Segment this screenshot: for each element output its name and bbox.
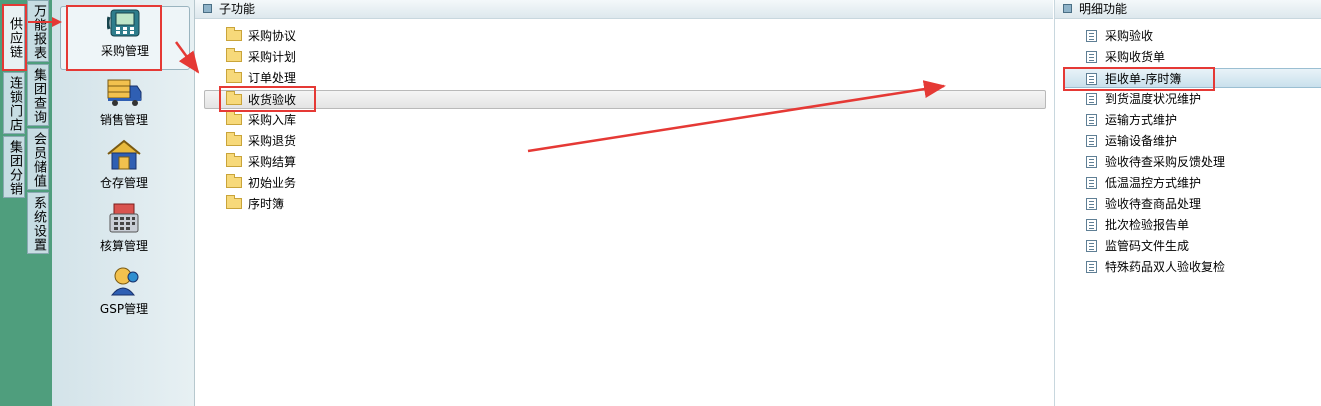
tab-member-stored-value[interactable]: 会员储值 xyxy=(27,128,49,190)
detail-item-label: 采购收货单 xyxy=(1105,50,1166,64)
detail-item[interactable]: 验收待查采购反馈处理 xyxy=(1086,152,1225,172)
detail-item-label: 验收待查商品处理 xyxy=(1105,197,1202,211)
sub-panel-header: 子功能 xyxy=(195,0,1053,19)
sub-item[interactable]: 采购退货 xyxy=(226,131,296,151)
folder-icon xyxy=(226,153,242,167)
detail-panel-title: 明细功能 xyxy=(1079,2,1128,16)
delivery-truck-icon xyxy=(107,79,142,106)
sub-item-label: 采购入库 xyxy=(248,113,297,127)
sub-item-selected[interactable]: 收货验收 xyxy=(204,90,1046,109)
tab-universal-report[interactable]: 万能报表 xyxy=(27,0,49,62)
document-icon xyxy=(1086,29,1097,42)
sub-item-label: 初始业务 xyxy=(248,176,297,190)
sub-item-label: 序时簿 xyxy=(248,197,285,211)
document-icon xyxy=(1086,50,1097,63)
detail-item-label: 验收待查采购反馈处理 xyxy=(1105,155,1226,169)
document-icon xyxy=(1086,197,1097,210)
sub-item[interactable]: 初始业务 xyxy=(226,173,296,193)
detail-item[interactable]: 到货温度状况维护 xyxy=(1086,89,1201,109)
detail-item-label: 特殊药品双人验收复检 xyxy=(1105,260,1226,274)
folder-icon xyxy=(226,195,242,209)
document-icon xyxy=(1086,155,1097,168)
sub-item[interactable]: 序时簿 xyxy=(226,194,284,214)
module-label: 销售管理 xyxy=(99,113,148,127)
module-gsp[interactable]: GSP管理 xyxy=(60,265,188,327)
detail-item-label: 低温温控方式维护 xyxy=(1105,176,1202,190)
detail-item-label: 运输设备维护 xyxy=(1105,134,1178,148)
sub-item-label: 采购结算 xyxy=(248,155,297,169)
module-label: 核算管理 xyxy=(99,239,148,253)
sub-function-panel: 子功能 采购协议 采购计划 订单处理 收货验收 采购入库 采购退货 采购结算 初… xyxy=(195,0,1053,406)
detail-item-label: 运输方式维护 xyxy=(1105,113,1178,127)
folder-icon xyxy=(226,132,242,146)
sub-item-label: 采购退货 xyxy=(248,134,297,148)
gsp-person-icon xyxy=(110,267,139,296)
header-square-icon xyxy=(1063,4,1072,13)
detail-item[interactable]: 验收待查商品处理 xyxy=(1086,194,1201,214)
calculator-icon xyxy=(109,203,139,233)
document-icon xyxy=(1086,239,1097,252)
detail-panel-header: 明细功能 xyxy=(1055,0,1321,19)
detail-function-panel: 明细功能 采购验收 采购收货单 拒收单-序时簿 到货温度状况维护 运输方式维护 … xyxy=(1054,0,1321,406)
sub-item[interactable]: 采购入库 xyxy=(226,110,296,130)
sub-item[interactable]: 采购协议 xyxy=(226,26,296,46)
detail-item[interactable]: 运输方式维护 xyxy=(1086,110,1177,130)
sub-item-label: 采购协议 xyxy=(248,29,297,43)
sub-item-label: 订单处理 xyxy=(248,71,297,85)
annotation-box-sub-item xyxy=(219,86,316,112)
detail-item-label: 采购验收 xyxy=(1105,29,1154,43)
module-inventory[interactable]: 仓存管理 xyxy=(60,139,188,201)
document-icon xyxy=(1086,218,1097,231)
tab-group-query[interactable]: 集团查询 xyxy=(27,64,49,126)
detail-item-label: 监管码文件生成 xyxy=(1105,239,1190,253)
document-icon xyxy=(1086,176,1097,189)
sub-item[interactable]: 采购结算 xyxy=(226,152,296,172)
detail-item[interactable]: 采购验收 xyxy=(1086,26,1153,46)
detail-item[interactable]: 低温温控方式维护 xyxy=(1086,173,1201,193)
tab-group-distribution[interactable]: 集团分销 xyxy=(3,136,25,198)
detail-item[interactable]: 采购收货单 xyxy=(1086,47,1165,67)
document-icon xyxy=(1086,92,1097,105)
annotation-box-module xyxy=(66,5,162,71)
sub-item[interactable]: 订单处理 xyxy=(226,68,296,88)
detail-item[interactable]: 特殊药品双人验收复检 xyxy=(1086,257,1225,277)
folder-icon xyxy=(226,27,242,41)
detail-item[interactable]: 批次检验报告单 xyxy=(1086,215,1189,235)
document-icon xyxy=(1086,260,1097,273)
module-label: GSP管理 xyxy=(99,302,149,316)
detail-item[interactable]: 监管码文件生成 xyxy=(1086,236,1189,256)
folder-icon xyxy=(226,48,242,62)
header-square-icon xyxy=(203,4,212,13)
sub-item-label: 采购计划 xyxy=(248,50,297,64)
document-icon xyxy=(1086,113,1097,126)
sub-panel-title: 子功能 xyxy=(219,2,256,16)
annotation-box-detail-item xyxy=(1063,67,1215,91)
module-label: 仓存管理 xyxy=(99,176,148,190)
tab-system-settings[interactable]: 系统设置 xyxy=(27,192,49,254)
annotation-box-tab xyxy=(2,4,27,71)
detail-item-label: 批次检验报告单 xyxy=(1105,218,1190,232)
sub-item[interactable]: 采购计划 xyxy=(226,47,296,67)
tab-chain-store[interactable]: 连锁门店 xyxy=(3,72,25,134)
document-icon xyxy=(1086,134,1097,147)
folder-icon xyxy=(226,174,242,188)
module-accounting[interactable]: 核算管理 xyxy=(60,202,188,264)
folder-icon xyxy=(226,69,242,83)
warehouse-house-icon xyxy=(107,139,141,170)
folder-icon xyxy=(226,111,242,125)
detail-item[interactable]: 运输设备维护 xyxy=(1086,131,1177,151)
module-sales[interactable]: 销售管理 xyxy=(60,76,188,138)
detail-item-label: 到货温度状况维护 xyxy=(1105,92,1202,106)
